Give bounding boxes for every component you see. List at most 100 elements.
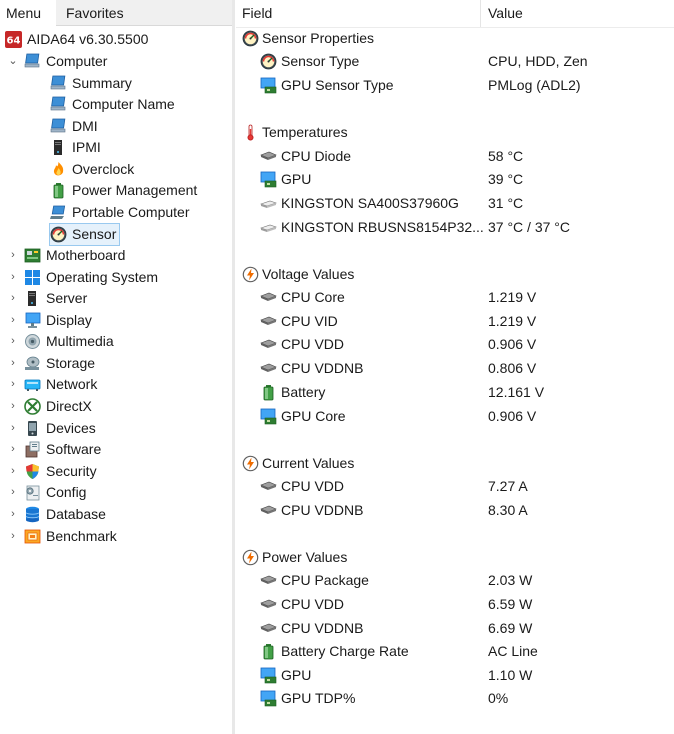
tree-item-security[interactable]: › Security <box>6 461 97 482</box>
chevron-right-icon[interactable]: › <box>6 418 20 439</box>
table-row[interactable]: GPU TDP% 0% <box>236 687 674 709</box>
tree-item-portable-computer[interactable]: Portable Computer <box>50 202 190 223</box>
table-row[interactable]: GPU Sensor Type PMLog (ADL2) <box>236 74 674 96</box>
chevron-down-icon[interactable]: ⌄ <box>6 51 20 72</box>
tree-item-label: Computer Name <box>72 96 175 112</box>
column-header-field[interactable]: Field <box>242 0 481 27</box>
tree-item-benchmark[interactable]: › Benchmark <box>6 526 117 547</box>
field-cell: CPU Diode <box>281 148 352 164</box>
tree-item-power-management[interactable]: Power Management <box>50 180 197 201</box>
field-cell: CPU VDD <box>281 596 345 612</box>
field-cell: GPU <box>281 667 312 683</box>
tab-menu[interactable]: Menu <box>0 0 62 26</box>
field-cell: GPU <box>281 171 312 187</box>
tree-item-dmi[interactable]: DMI <box>50 116 98 137</box>
server-tower-icon <box>50 139 67 156</box>
chevron-right-icon[interactable]: › <box>6 331 20 352</box>
chevron-right-icon[interactable]: › <box>6 310 20 331</box>
tree-item-display[interactable]: › Display <box>6 310 92 331</box>
chevron-right-icon[interactable]: › <box>6 288 20 309</box>
table-row[interactable]: CPU VDD 7.27 A <box>236 475 674 497</box>
tree-item-network[interactable]: › Network <box>6 374 97 395</box>
tree-item-multimedia[interactable]: › Multimedia <box>6 331 114 352</box>
chevron-right-icon[interactable]: › <box>6 526 20 547</box>
tree-item-label: Portable Computer <box>72 204 190 220</box>
tree-item-storage[interactable]: › Storage <box>6 353 95 374</box>
chevron-right-icon[interactable]: › <box>6 504 20 525</box>
table-row[interactable]: CPU VID 1.219 V <box>236 310 674 332</box>
table-row[interactable]: CPU VDDNB 0.806 V <box>236 357 674 379</box>
gpu-monitor-icon <box>260 667 277 684</box>
section-voltage-values[interactable]: Voltage Values <box>236 263 674 285</box>
table-row[interactable]: GPU 39 °C <box>236 168 674 190</box>
tree-item-overclock[interactable]: Overclock <box>50 159 134 180</box>
table-row[interactable]: CPU VDD 0.906 V <box>236 333 674 355</box>
section-power-values[interactable]: Power Values <box>236 546 674 568</box>
chevron-right-icon[interactable]: › <box>6 374 20 395</box>
section-sensor-properties[interactable]: Sensor Properties <box>236 27 674 49</box>
table-row[interactable]: CPU Diode 58 °C <box>236 145 674 167</box>
benchmark-icon <box>24 528 41 545</box>
tree-item-operating-system[interactable]: › Operating System <box>6 267 158 288</box>
tree-item-summary[interactable]: Summary <box>50 73 132 94</box>
field-cell: CPU Core <box>281 289 345 305</box>
gpu-monitor-icon <box>260 690 277 707</box>
tree-item-label: Multimedia <box>46 333 114 349</box>
table-row[interactable]: Battery 12.161 V <box>236 381 674 403</box>
lightning-icon <box>242 549 259 566</box>
tree-item-label: IPMI <box>72 139 101 155</box>
tree-item-motherboard[interactable]: › Motherboard <box>6 245 125 266</box>
tree-item-database[interactable]: › Database <box>6 504 106 525</box>
chevron-right-icon[interactable]: › <box>6 482 20 503</box>
table-row[interactable]: GPU Core 0.906 V <box>236 405 674 427</box>
computer-icon <box>50 75 67 92</box>
chip-icon <box>260 336 277 353</box>
tree-item-software[interactable]: › Software <box>6 439 101 460</box>
tree-item-label: Display <box>46 312 92 328</box>
value-cell: 12.161 V <box>488 384 545 400</box>
table-row[interactable]: CPU VDD 6.59 W <box>236 593 674 615</box>
chevron-right-icon[interactable]: › <box>6 245 20 266</box>
section-current-values[interactable]: Current Values <box>236 452 674 474</box>
table-row[interactable]: Battery Charge Rate AC Line <box>236 640 674 662</box>
tab-favorites[interactable]: Favorites <box>56 0 232 26</box>
tree-item-ipmi[interactable]: IPMI <box>50 137 101 158</box>
tree-item-computer[interactable]: ⌄ Computer <box>6 51 107 72</box>
pane-splitter[interactable] <box>232 0 235 734</box>
chevron-right-icon[interactable]: › <box>6 396 20 417</box>
table-row[interactable]: KINGSTON RBUSNS8154P32... 37 °C / 37 °C <box>236 216 674 238</box>
computer-icon <box>50 96 67 113</box>
tree-item-computer-name[interactable]: Computer Name <box>50 94 175 115</box>
field-cell: KINGSTON SA400S37960G <box>281 195 459 211</box>
field-cell: Sensor Type <box>281 53 360 69</box>
tree-item-sensor[interactable]: Sensor <box>48 223 121 246</box>
tree-item-devices[interactable]: › Devices <box>6 418 96 439</box>
table-row[interactable]: CPU VDDNB 6.69 W <box>236 617 674 639</box>
chevron-right-icon[interactable]: › <box>6 353 20 374</box>
devices-icon <box>24 420 41 437</box>
tree-item-label: Overclock <box>72 161 135 177</box>
tree-item-label: DirectX <box>46 398 92 414</box>
chevron-right-icon[interactable]: › <box>6 267 20 288</box>
tree-root[interactable]: 64 AIDA64 v6.30.5500 <box>5 29 148 50</box>
table-row[interactable]: GPU 1.10 W <box>236 664 674 686</box>
table-row[interactable]: Sensor Type CPU, HDD, Zen <box>236 50 674 72</box>
tree-item-server[interactable]: › Server <box>6 288 87 309</box>
chevron-right-icon[interactable]: › <box>6 461 20 482</box>
details-pane: Field Value Sensor Properties Sensor Typ… <box>236 0 674 734</box>
section-temperatures[interactable]: Temperatures <box>236 121 674 143</box>
chevron-right-icon[interactable]: › <box>6 439 20 460</box>
storage-disk-icon <box>24 355 41 372</box>
value-cell: 8.30 A <box>488 502 528 518</box>
monitor-icon <box>24 312 41 329</box>
tree-item-label: Storage <box>46 355 96 371</box>
section-title: Temperatures <box>262 124 348 140</box>
column-header-value[interactable]: Value <box>488 0 523 27</box>
table-row[interactable]: CPU VDDNB 8.30 A <box>236 499 674 521</box>
tree-item-directx[interactable]: › DirectX <box>6 396 92 417</box>
tree-item-config[interactable]: › Config <box>6 482 86 503</box>
table-row[interactable]: CPU Package 2.03 W <box>236 569 674 591</box>
tree-item-label: Motherboard <box>46 247 126 263</box>
table-row[interactable]: CPU Core 1.219 V <box>236 286 674 308</box>
table-row[interactable]: KINGSTON SA400S37960G 31 °C <box>236 192 674 214</box>
